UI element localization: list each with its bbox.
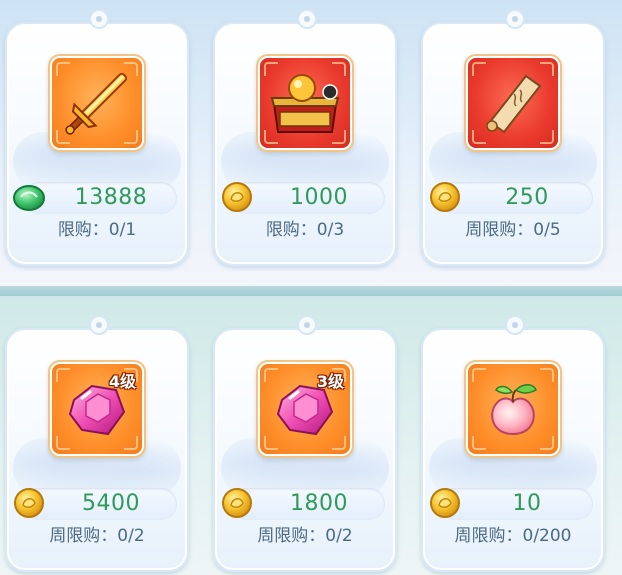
price-box: 1000 — [222, 182, 385, 214]
price-box: 5400 — [14, 488, 177, 520]
purchase-limit: 周限购：0/5 — [465, 220, 561, 240]
hang-ring — [505, 9, 525, 29]
shop-card-3[interactable]: 250 周限购：0/5 — [421, 9, 605, 266]
hang-ring — [505, 315, 525, 335]
price-box: 10 — [430, 488, 593, 520]
row-divider — [0, 286, 622, 296]
gold-coin-icon — [430, 488, 460, 518]
treasure-chest-icon — [270, 74, 340, 133]
hang-ring — [297, 315, 317, 335]
shop-card-5[interactable]: 3级 1800 周限购：0/2 — [213, 315, 397, 572]
item-slot[interactable] — [260, 58, 350, 148]
shop-card-4[interactable]: 4级 5400 周限购：0/2 — [5, 315, 189, 572]
hang-ring — [297, 9, 317, 29]
hang-ring — [89, 315, 109, 335]
shop-card-6[interactable]: 10 周限购：0/200 — [421, 315, 605, 572]
price-value: 1800 — [290, 491, 348, 516]
purchase-limit: 周限购：0/200 — [454, 526, 572, 546]
shop-card-1[interactable]: 13888 限购：0/1 — [5, 9, 189, 266]
price-value: 13888 — [74, 185, 148, 210]
gold-coin-icon — [14, 488, 44, 518]
price-value: 1000 — [290, 185, 348, 210]
item-slot[interactable]: 3级 — [260, 364, 350, 454]
shop-card-2[interactable]: 1000 限购：0/3 — [213, 9, 397, 266]
price-box: 13888 — [13, 182, 177, 214]
price-box: 250 — [430, 182, 593, 214]
price-value: 250 — [505, 185, 549, 210]
item-slot[interactable] — [468, 58, 558, 148]
jade-currency-icon — [13, 185, 45, 211]
gold-coin-icon — [222, 182, 252, 212]
purchase-limit: 限购：0/3 — [265, 220, 345, 240]
purchase-limit: 周限购：0/2 — [257, 526, 353, 546]
purchase-limit: 限购：0/1 — [57, 220, 137, 240]
price-value: 5400 — [82, 491, 140, 516]
peach-icon — [491, 384, 537, 436]
purchase-limit: 周限购：0/2 — [49, 526, 145, 546]
item-slot[interactable] — [468, 364, 558, 454]
scroll-icon — [486, 74, 542, 134]
gem-level-badge: 3级 — [316, 372, 344, 391]
price-value: 10 — [512, 491, 542, 516]
item-slot[interactable] — [52, 58, 142, 148]
gold-coin-icon — [222, 488, 252, 518]
gold-coin-icon — [430, 182, 460, 212]
item-slot[interactable]: 4级 — [52, 364, 142, 454]
golden-sword-icon — [65, 72, 128, 135]
gem-level-badge: 4级 — [108, 372, 136, 391]
hang-ring — [89, 9, 109, 29]
price-box: 1800 — [222, 488, 385, 520]
